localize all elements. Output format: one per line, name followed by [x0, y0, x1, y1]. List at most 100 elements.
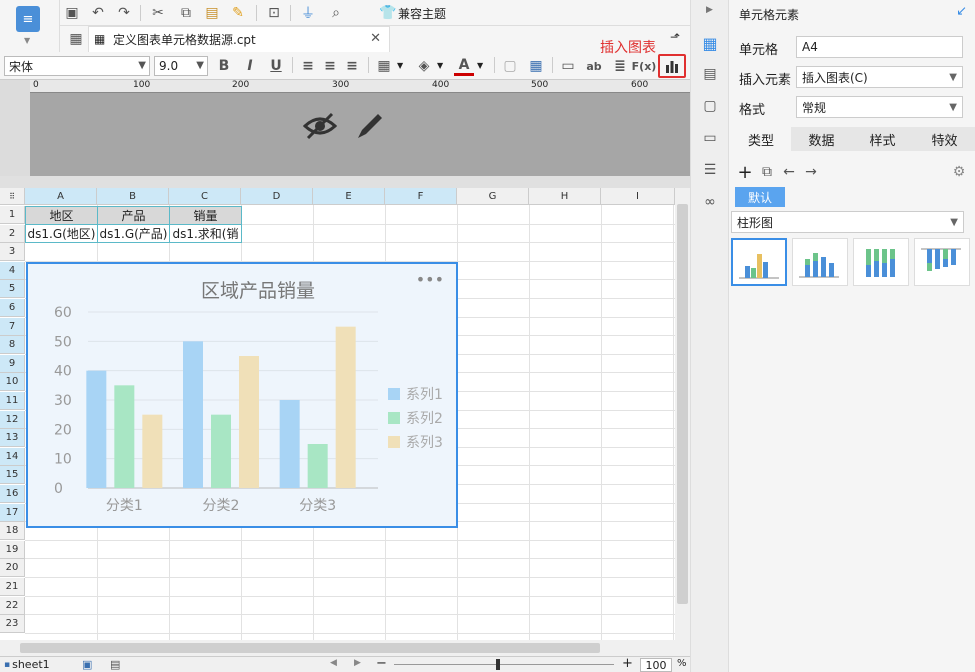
vertical-scrollbar[interactable]	[675, 188, 690, 640]
italic-icon[interactable]: I	[240, 56, 260, 76]
row-header[interactable]: 6	[0, 299, 25, 317]
add-poly-sheet-icon[interactable]: ▤	[110, 658, 120, 671]
row-header[interactable]: 4	[0, 261, 25, 280]
merge-icon[interactable]: ▭	[558, 56, 578, 76]
scroll-left-icon[interactable]: ◀	[330, 658, 337, 668]
cell-attribute-icon[interactable]: ▤	[700, 64, 720, 84]
save-icon[interactable]: ▣	[62, 3, 82, 23]
border-icon[interactable]: ▦	[374, 56, 394, 76]
app-menu-icon[interactable]: ≡	[16, 6, 40, 32]
row-header[interactable]: 19	[0, 540, 25, 559]
column-header[interactable]: H	[529, 188, 601, 205]
zoom-input[interactable]: 100	[640, 658, 672, 672]
row-header[interactable]: 9	[0, 354, 25, 373]
arrow-right-icon[interactable]: →	[801, 162, 821, 182]
row-header[interactable]: 2	[0, 224, 25, 243]
font-color-icon[interactable]: A	[454, 56, 474, 76]
tab-effect[interactable]: 特效	[913, 127, 975, 151]
close-icon[interactable]: ✕	[370, 31, 381, 46]
align-right-icon[interactable]: ≡	[342, 56, 362, 76]
column-header[interactable]: D	[241, 188, 313, 205]
spreadsheet-grid[interactable]: ⠿ A B C D E F G H I 1 2 3 4 5 6 7 8 9 10 11 12 13 14 1…	[0, 188, 675, 640]
widget-icon[interactable]: ▭	[700, 128, 720, 148]
scroll-right-icon[interactable]: ▶	[354, 658, 361, 668]
style-icon[interactable]: ▢	[700, 96, 720, 116]
row-header[interactable]: 17	[0, 503, 25, 522]
redo-icon[interactable]: ↷	[114, 3, 134, 23]
arrow-left-icon[interactable]: ←	[779, 162, 799, 182]
chevron-down-icon[interactable]: ▼	[477, 61, 483, 70]
copy-icon[interactable]: ⧉	[757, 162, 777, 182]
font-family-select[interactable]: 宋体 ▼	[4, 56, 150, 76]
formula-icon[interactable]: F(x)	[632, 56, 657, 76]
font-size-select[interactable]: 9.0 ▼	[154, 56, 208, 76]
row-header[interactable]: 23	[0, 615, 25, 634]
tab-type[interactable]: 类型	[731, 127, 791, 151]
cut-icon[interactable]: ✂	[148, 3, 168, 23]
cell-a1[interactable]: 地区	[25, 206, 98, 225]
collapse-panel-icon[interactable]: ↙	[956, 4, 967, 19]
column-header[interactable]: F	[385, 188, 457, 205]
row-header[interactable]: 15	[0, 466, 25, 485]
column-header[interactable]: A	[25, 188, 97, 205]
search-report-icon[interactable]: ⌕	[326, 3, 346, 23]
format-painter-icon[interactable]: ✎	[228, 3, 248, 23]
align-center-icon[interactable]: ≡	[320, 56, 340, 76]
row-header[interactable]: 21	[0, 578, 25, 596]
default-button[interactable]: 默认	[735, 187, 785, 207]
row-header[interactable]: 7	[0, 317, 25, 336]
chart-style-thumb[interactable]	[914, 238, 970, 286]
tab-data[interactable]: 数据	[791, 127, 852, 151]
column-header[interactable]: G	[457, 188, 529, 205]
format-select[interactable]: 常规 ▼	[796, 96, 963, 118]
row-header[interactable]: 18	[0, 522, 25, 541]
text-icon[interactable]: ab	[584, 56, 604, 76]
column-header[interactable]: E	[313, 188, 385, 205]
row-header[interactable]: 3	[0, 243, 25, 262]
cell-b1[interactable]: 产品	[97, 206, 170, 225]
tab-style[interactable]: 样式	[852, 127, 913, 151]
column-header[interactable]: C	[169, 188, 241, 205]
edit-pencil-icon[interactable]	[354, 110, 386, 145]
table-icon[interactable]: ▦	[526, 56, 546, 76]
row-header[interactable]: 10	[0, 373, 25, 392]
chart-style-thumb[interactable]	[792, 238, 848, 286]
insert-chart-icon[interactable]	[658, 54, 686, 78]
paragraph-icon[interactable]: ≣	[610, 56, 630, 76]
select-all-corner[interactable]: ⠿	[0, 188, 25, 205]
template-icon[interactable]: ▦	[66, 29, 86, 49]
zoom-slider[interactable]	[394, 659, 614, 670]
row-header[interactable]: 5	[0, 280, 25, 299]
bold-icon[interactable]: B	[214, 56, 234, 76]
cell-element-icon[interactable]: ▦	[700, 33, 720, 53]
gear-icon[interactable]: ⚙	[949, 162, 969, 182]
chart-block[interactable]: 区域产品销量 ••• 0 10 20 30 40 50 60 分类1 分类2 分类3 系列1 系列2 系…	[26, 262, 458, 528]
collapse-toolbar-icon[interactable]: ⬏	[670, 30, 680, 44]
hide-eye-icon[interactable]	[302, 110, 338, 145]
column-header[interactable]: B	[97, 188, 169, 205]
column-header[interactable]: I	[601, 188, 675, 205]
app-menu-chevron-icon[interactable]: ▼	[24, 36, 30, 45]
plugin-icon[interactable]: ⏚	[298, 3, 318, 23]
chart-style-thumb[interactable]	[731, 238, 787, 286]
chevron-down-icon[interactable]: ▼	[397, 61, 403, 70]
paste-icon[interactable]: ▤	[202, 3, 222, 23]
row-header[interactable]: 13	[0, 429, 25, 448]
underline-icon[interactable]: U	[266, 56, 286, 76]
row-header[interactable]: 14	[0, 447, 25, 466]
hyperlink-icon[interactable]: ∞	[700, 192, 720, 212]
row-header[interactable]: 20	[0, 559, 25, 578]
row-header[interactable]: 8	[0, 336, 25, 355]
expand-arrow-icon[interactable]: ▶	[706, 5, 713, 15]
row-header[interactable]: 16	[0, 485, 25, 503]
sheet-tab[interactable]: ▪ sheet1	[4, 658, 50, 671]
cell-b2[interactable]: ds1.G(产品)	[97, 224, 170, 243]
row-header[interactable]: 11	[0, 392, 25, 410]
zoom-slider-handle[interactable]	[496, 659, 500, 670]
condition-icon[interactable]: ☰	[700, 160, 720, 180]
cell-input[interactable]: A4	[796, 36, 963, 58]
file-tab[interactable]: ▦ 定义图表单元格数据源.cpt ✕	[88, 26, 390, 52]
chevron-down-icon[interactable]: ▼	[437, 61, 443, 70]
row-header[interactable]: 22	[0, 596, 25, 615]
row-header[interactable]: 12	[0, 410, 25, 429]
